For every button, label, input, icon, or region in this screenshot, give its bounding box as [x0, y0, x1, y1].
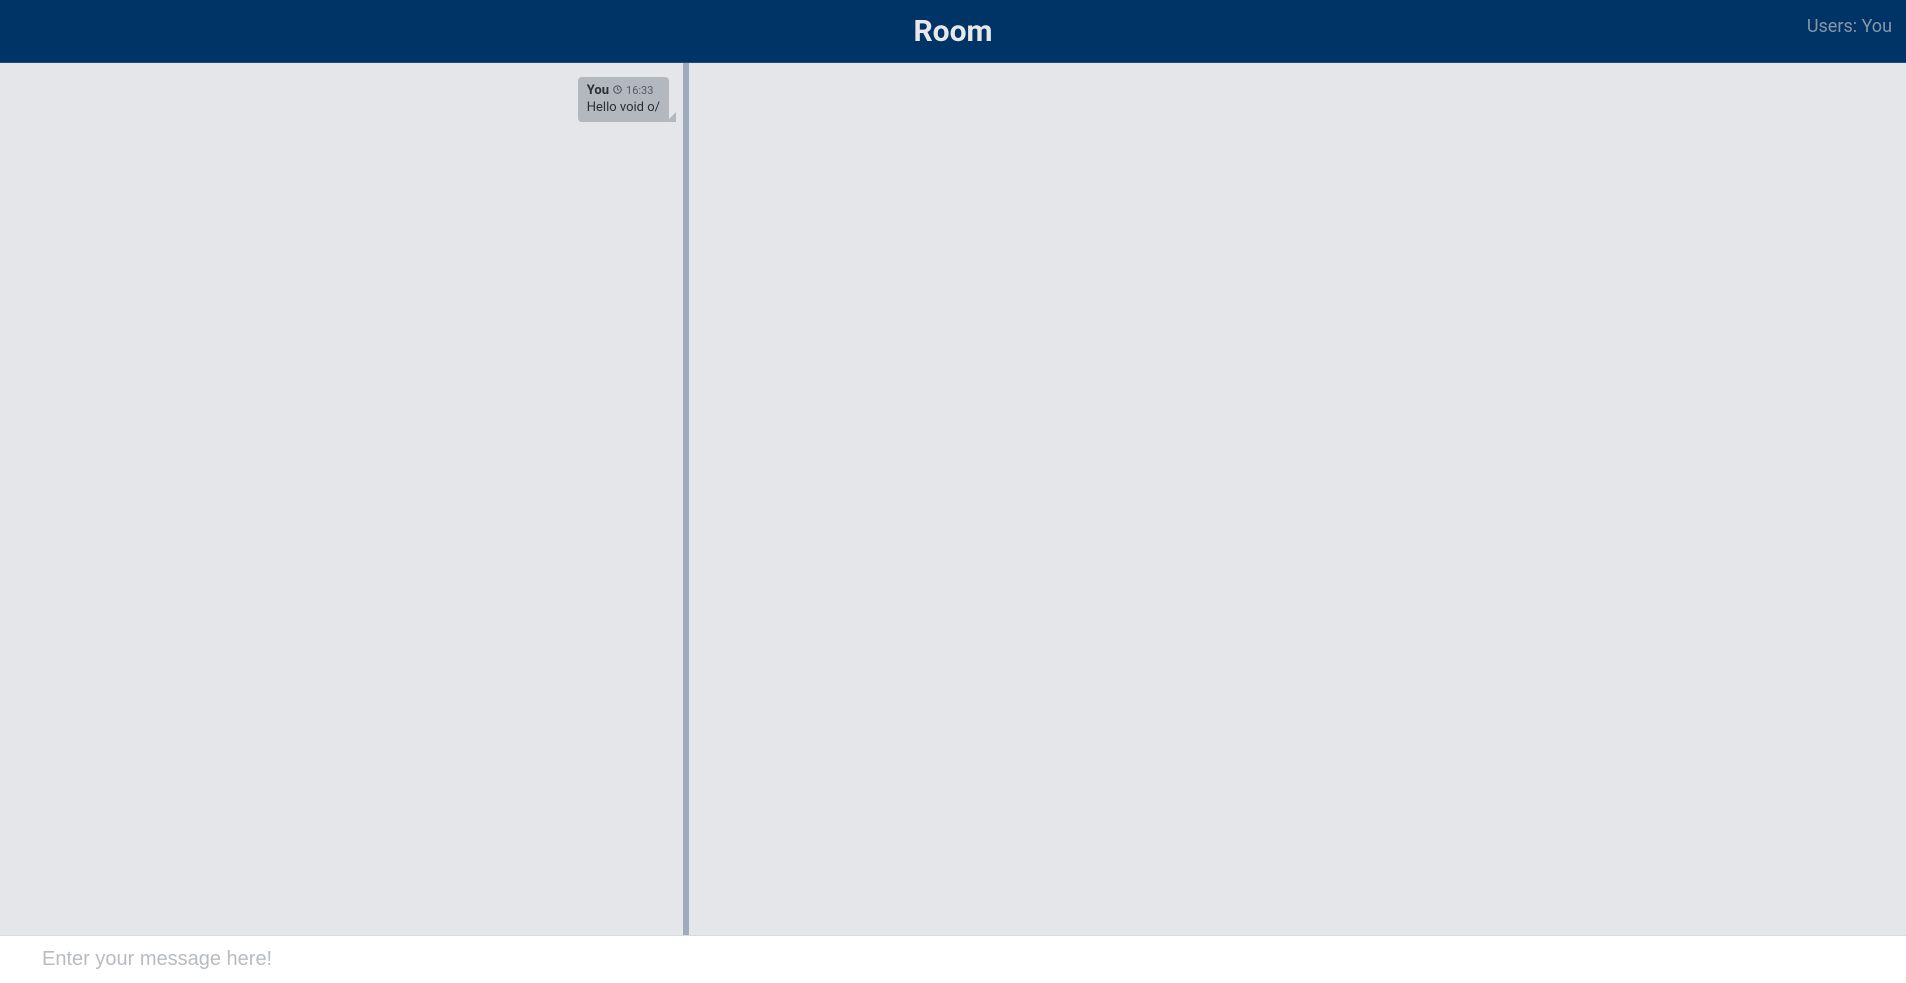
message-bubble: You 16:33 Hello void o/ [578, 77, 669, 122]
message-input[interactable] [42, 948, 1864, 971]
main-content: You 16:33 Hello void o/ [0, 63, 1906, 935]
input-bar [0, 935, 1906, 983]
header: Room Users: You [0, 0, 1906, 63]
message-text: Hello void o/ [587, 100, 660, 115]
chat-panel: You 16:33 Hello void o/ [0, 63, 684, 935]
message-header: You 16:33 [587, 83, 660, 98]
message-time: 16:33 [626, 84, 653, 97]
room-title: Room [913, 14, 992, 49]
content-panel [684, 63, 1906, 935]
clock-icon [613, 85, 622, 97]
message-sender: You [587, 83, 609, 98]
users-indicator: Users: You [1807, 16, 1892, 37]
